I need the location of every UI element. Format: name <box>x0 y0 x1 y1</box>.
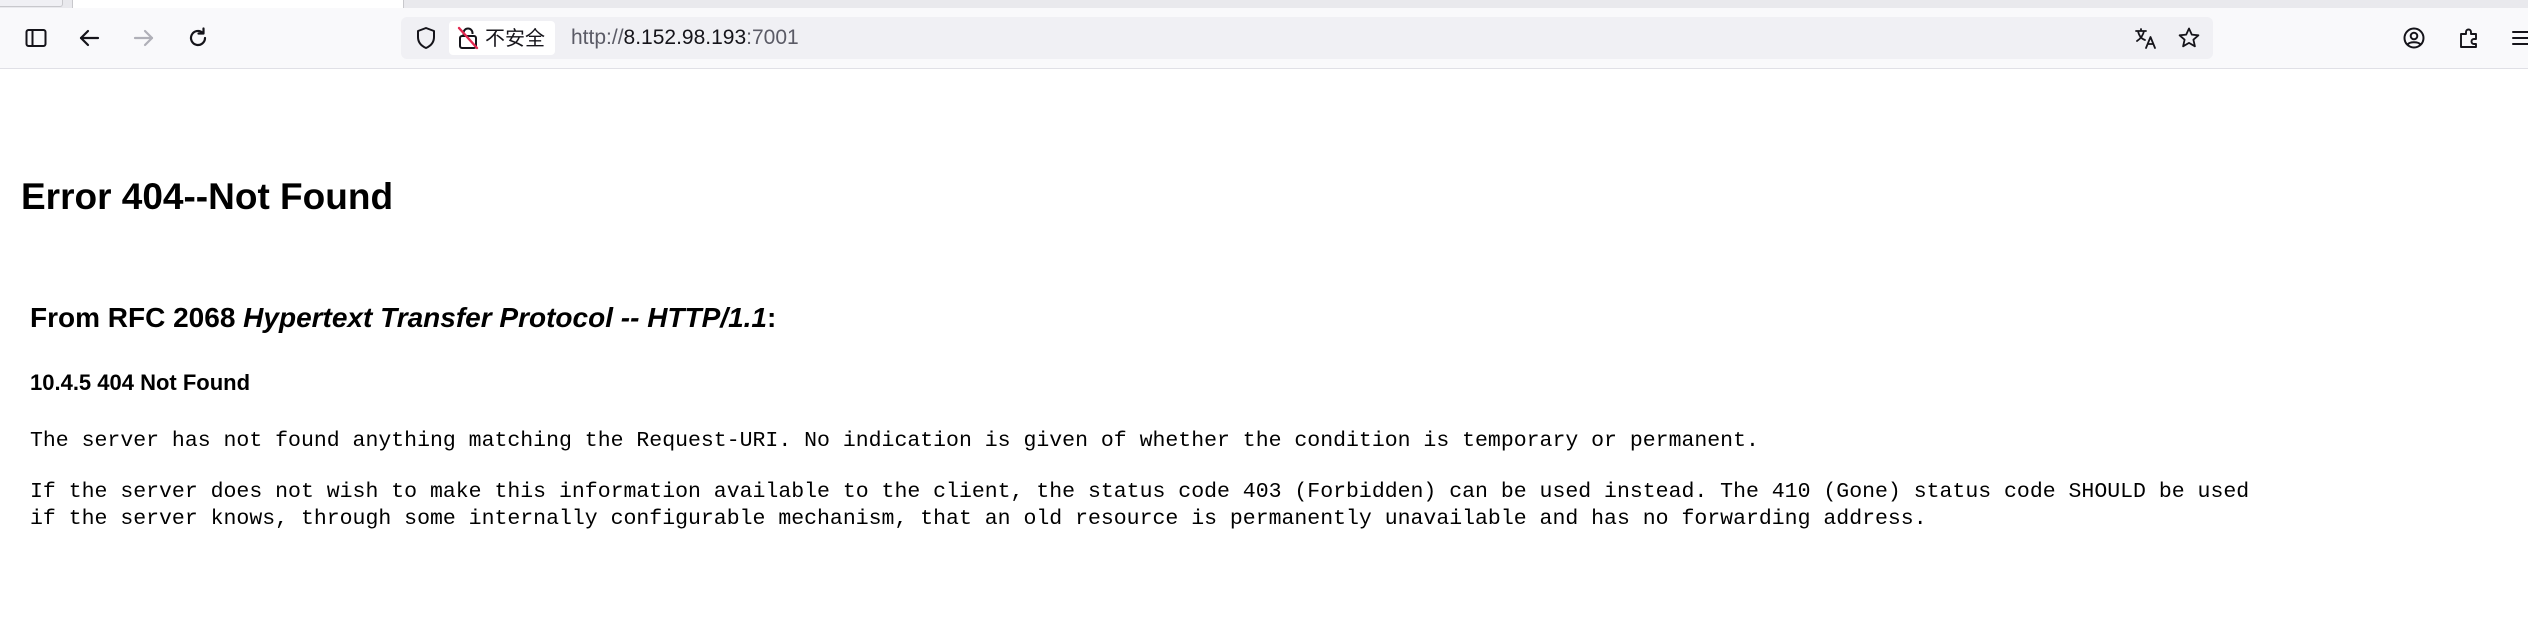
app-menu-button[interactable] <box>2504 20 2528 56</box>
paragraph-line-2: if the server knows, through some intern… <box>30 507 1927 531</box>
section-heading: 10.4.5 404 Not Found <box>30 370 251 395</box>
url-bar[interactable]: 不安全 http://8.152.98.193:7001 <box>401 17 2213 59</box>
shield-icon <box>417 27 435 49</box>
tab-strip <box>0 0 2528 8</box>
page-title: Error 404--Not Found <box>21 176 394 217</box>
back-button[interactable] <box>71 20 107 56</box>
url-scheme: http:// <box>571 26 624 49</box>
url-text[interactable]: http://8.152.98.193:7001 <box>571 17 799 59</box>
tracking-protection-button[interactable] <box>409 21 443 55</box>
rfc-prefix: From RFC 2068 <box>30 302 244 333</box>
translate-button[interactable] <box>2129 21 2163 55</box>
forward-button[interactable] <box>126 20 162 56</box>
account-button[interactable] <box>2396 20 2432 56</box>
rfc-suffix: : <box>767 302 777 333</box>
back-arrow-icon <box>79 29 100 47</box>
forward-arrow-icon <box>133 29 154 47</box>
account-icon <box>2403 27 2425 49</box>
reload-button[interactable] <box>180 20 216 56</box>
star-icon <box>2178 27 2200 48</box>
sidebar-toggle-button[interactable] <box>18 20 54 56</box>
paragraph-not-found: The server has not found anything matchi… <box>30 429 1759 453</box>
extensions-button[interactable] <box>2451 20 2487 56</box>
translate-icon <box>2135 28 2156 49</box>
page-content: Error 404--Not Found From RFC 2068 Hyper… <box>0 69 2528 629</box>
url-port: :7001 <box>746 26 799 49</box>
url-host: 8.152.98.193 <box>623 26 747 49</box>
paragraph-forbidden-gone: If the server does not wish to make this… <box>30 479 2249 533</box>
navigation-toolbar: 不安全 http://8.152.98.193:7001 <box>0 8 2528 69</box>
rfc-heading: From RFC 2068 Hypertext Transfer Protoco… <box>30 301 776 335</box>
sidebar-icon <box>25 29 47 47</box>
tab-inactive[interactable] <box>0 0 63 7</box>
hamburger-menu-icon <box>2512 31 2528 45</box>
reload-icon <box>189 27 207 47</box>
connection-insecure-button[interactable]: 不安全 <box>449 21 555 55</box>
tab-active[interactable] <box>72 0 404 8</box>
insecure-label: 不安全 <box>485 26 545 50</box>
puzzle-icon <box>2460 28 2477 48</box>
paragraph-line-1: If the server does not wish to make this… <box>30 480 2250 504</box>
broken-lock-icon <box>457 26 479 50</box>
rfc-title: Hypertext Transfer Protocol -- HTTP/1.1 <box>243 302 767 333</box>
bookmark-button[interactable] <box>2172 21 2206 55</box>
